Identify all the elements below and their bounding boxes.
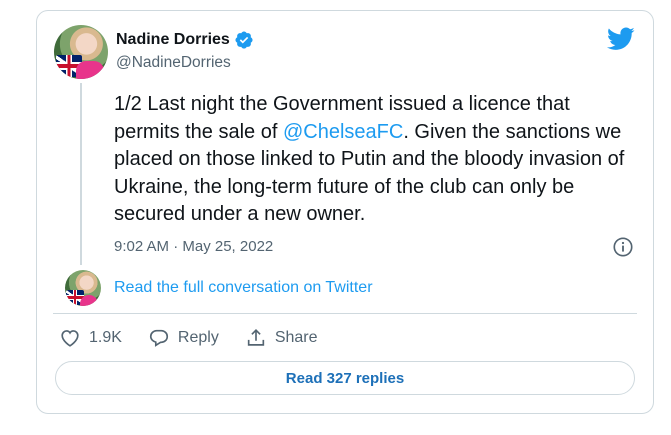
twitter-bird-icon[interactable]: [607, 27, 635, 51]
avatar-shirt: [80, 295, 98, 306]
share-label: Share: [274, 329, 318, 346]
author-handle[interactable]: @NadineDorries: [116, 54, 231, 72]
thread-connector-line: [80, 83, 82, 265]
info-icon[interactable]: [612, 236, 634, 258]
divider: [53, 313, 637, 314]
reply-button[interactable]: Reply: [148, 327, 219, 349]
like-count: 1.9K: [89, 329, 122, 346]
heart-icon: [61, 330, 79, 347]
mention-link[interactable]: @ChelseaFC: [283, 121, 403, 143]
read-full-conversation-link[interactable]: Read the full conversation on Twitter: [114, 279, 373, 297]
author-avatar[interactable]: [54, 25, 108, 79]
action-bar: 1.9K Reply Share: [59, 327, 344, 349]
share-button[interactable]: Share: [245, 327, 318, 349]
share-upload-icon: [247, 329, 264, 346]
tweet-text: 1/2 Last night the Government issued a l…: [114, 91, 634, 229]
read-replies-button[interactable]: Read 327 replies: [55, 361, 635, 395]
conversation-avatar[interactable]: [65, 270, 101, 306]
author-name-row[interactable]: Nadine Dorries: [116, 30, 254, 50]
like-button[interactable]: 1.9K: [59, 327, 122, 349]
reply-label: Reply: [177, 329, 219, 346]
tweet-timestamp[interactable]: 9:02 AM · May 25, 2022: [114, 238, 273, 255]
verified-badge-icon: [235, 31, 253, 49]
author-name[interactable]: Nadine Dorries: [116, 31, 230, 49]
speech-bubble-icon: [149, 329, 168, 347]
avatar-shirt: [76, 61, 104, 79]
tweet-embed-card: Nadine Dorries @NadineDorries 1/2 Last n…: [36, 10, 654, 414]
